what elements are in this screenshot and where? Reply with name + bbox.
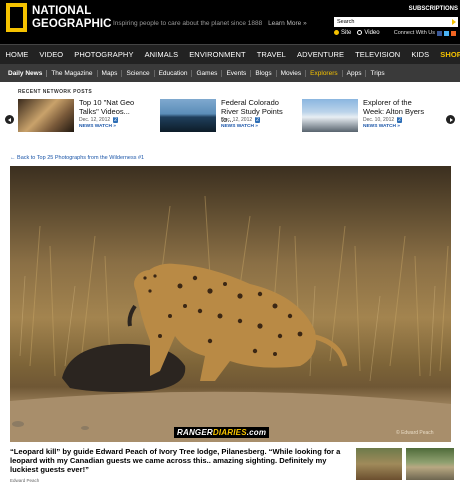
photo-caption: “Leopard kill” by guide Edward Peach of … <box>10 447 341 474</box>
twitter-icon[interactable] <box>444 30 449 36</box>
nav-animals[interactable]: ANIMALS <box>139 50 184 59</box>
radio-site[interactable]: Site <box>334 30 351 36</box>
post-thumbnail[interactable] <box>302 99 358 132</box>
subnav-movies[interactable]: Movies <box>277 69 307 77</box>
post-thumbnail[interactable] <box>18 99 74 132</box>
related-photo-thumbnail[interactable] <box>406 448 454 480</box>
carousel-prev-arrow-icon[interactable] <box>5 115 14 124</box>
photo-copyright: © Edward Peach <box>396 430 434 436</box>
masthead: NATIONAL GEOGRAPHIC Inspiring people to … <box>0 0 460 44</box>
subnav-education[interactable]: Education <box>155 69 193 77</box>
sub-nav: Daily News The Magazine Maps Science Edu… <box>0 64 460 82</box>
search-scope: Site Video <box>334 30 380 36</box>
subnav-apps[interactable]: Apps <box>343 69 367 77</box>
carousel-next-arrow-icon[interactable] <box>446 115 455 124</box>
ranger-diaries-watermark: RANGERDIARIES.com <box>174 427 270 438</box>
post-thumbnail[interactable] <box>160 99 216 132</box>
facebook-icon[interactable] <box>437 30 442 36</box>
subnav-events[interactable]: Events <box>222 69 252 77</box>
logo-line1: NATIONAL <box>32 4 92 17</box>
logo-line2: GEOGRAPHIC <box>32 17 112 30</box>
post-date: Dec. 10, 2012 2 <box>363 117 402 123</box>
post-title[interactable]: Top 10 "Nat Geo Talks" Videos... <box>79 98 149 116</box>
subnav-science[interactable]: Science <box>122 69 155 77</box>
tagline: Inspiring people to care about the plane… <box>113 20 307 27</box>
tagline-text: Inspiring people to care about the plane… <box>113 20 263 27</box>
subnav-blogs[interactable]: Blogs <box>251 69 277 77</box>
subnav-trips[interactable]: Trips <box>366 70 388 77</box>
yellow-border-icon <box>6 3 27 32</box>
natgeo-logo[interactable]: NATIONAL GEOGRAPHIC <box>6 3 112 32</box>
back-to-gallery-link[interactable]: ← Back to Top 25 Photographs from the Wi… <box>10 155 144 161</box>
nav-shop[interactable]: SHOP <box>435 50 460 59</box>
post-date: Dec. 12, 2012 2 <box>221 117 260 123</box>
subscriptions-link[interactable]: SUBSCRIPTIONS <box>409 6 458 12</box>
nav-home[interactable]: HOME <box>0 50 34 59</box>
subnav-magazine[interactable]: The Magazine <box>47 69 98 77</box>
radio-selected-icon <box>334 30 339 35</box>
post-date: Dec. 12, 2012 2 <box>79 117 118 123</box>
nav-kids[interactable]: KIDS <box>406 50 435 59</box>
rss-icon[interactable] <box>451 30 456 36</box>
connect-label: Connect With Us <box>393 30 435 36</box>
learn-more-link[interactable]: Learn More » <box>268 20 307 27</box>
search-go-icon[interactable] <box>452 19 456 25</box>
related-photo-thumbnail[interactable] <box>356 448 402 480</box>
post-title[interactable]: Explorer of the Week: Alton Byers <box>363 98 433 116</box>
comment-count-badge[interactable]: 2 <box>255 117 260 123</box>
comment-count-badge[interactable]: 2 <box>113 117 118 123</box>
nav-travel[interactable]: TRAVEL <box>251 50 291 59</box>
nav-photography[interactable]: PHOTOGRAPHY <box>69 50 139 59</box>
post-source-link[interactable]: NEWS WATCH » <box>79 124 116 129</box>
nav-adventure[interactable]: ADVENTURE <box>291 50 349 59</box>
radio-video[interactable]: Video <box>357 30 380 36</box>
main-nav: HOME VIDEO PHOTOGRAPHY ANIMALS ENVIRONME… <box>0 44 460 64</box>
subnav-daily-news[interactable]: Daily News <box>4 69 48 77</box>
nav-television[interactable]: TELEVISION <box>350 50 406 59</box>
main-photo[interactable] <box>10 166 451 442</box>
post-source-link[interactable]: NEWS WATCH » <box>221 124 258 129</box>
search-input[interactable]: Search <box>334 17 458 27</box>
connect-with-us: Connect With Us <box>394 30 456 36</box>
radio-empty-icon <box>357 30 363 35</box>
leopard-scene <box>10 195 451 442</box>
post-source-link[interactable]: NEWS WATCH » <box>363 124 400 129</box>
recent-posts-heading: RECENT NETWORK POSTS <box>18 89 93 95</box>
subnav-explorers[interactable]: Explorers <box>306 69 343 77</box>
photo-credit: Edward Peach <box>10 478 40 483</box>
comment-count-badge[interactable]: 2 <box>397 117 402 123</box>
search-placeholder: Search <box>337 19 355 25</box>
subnav-games[interactable]: Games <box>192 69 223 77</box>
subnav-maps[interactable]: Maps <box>98 69 123 77</box>
nav-environment[interactable]: ENVIRONMENT <box>184 50 252 59</box>
nav-video[interactable]: VIDEO <box>34 50 69 59</box>
